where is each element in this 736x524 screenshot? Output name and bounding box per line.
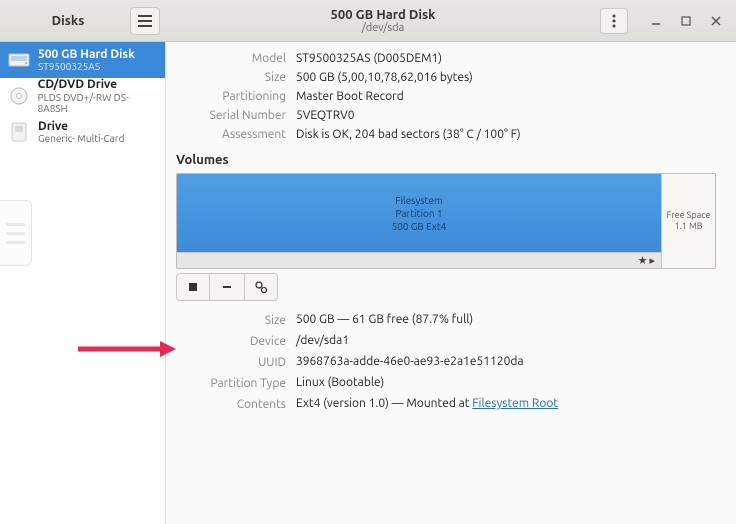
part-size-value: 500 GB — 61 GB free (87.7% full) (296, 313, 716, 327)
model-value: ST9500325AS (D005DEM1) (296, 52, 716, 65)
size-value: 500 GB (5,00,10,78,62,016 bytes) (296, 71, 716, 84)
minus-icon (221, 281, 233, 293)
assessment-value: Disk is OK, 204 bad sectors (38° C / 100… (296, 128, 716, 141)
main-area: 500 GB Hard DiskST9500325AS CD/DVD Drive… (0, 42, 736, 524)
sidebar-item-cardreader[interactable]: DriveGeneric- Multi-Card (0, 114, 165, 150)
volume-footer: ★ ▸ (177, 252, 661, 268)
sidebar: 500 GB Hard DiskST9500325AS CD/DVD Drive… (0, 42, 166, 524)
stop-icon (188, 282, 198, 292)
content-pane: Model ST9500325AS (D005DEM1) Size 500 GB… (166, 42, 736, 524)
partitioning-label: Partitioning (176, 90, 286, 103)
sidebar-item-sublabel: PLDS DVD+/-RW DS-8A8SH (38, 92, 157, 114)
volumes-heading: Volumes (176, 153, 716, 167)
free-space-size: 1.1 MB (675, 221, 703, 232)
volume-free-space[interactable]: Free Space 1.1 MB (661, 174, 715, 268)
part-device-label: Device (176, 334, 286, 348)
hamburger-icon (138, 15, 152, 27)
sidebar-item-label: CD/DVD Drive (38, 78, 157, 91)
size-label: Size (176, 71, 286, 84)
partition-info-grid: Size 500 GB — 61 GB free (87.7% full) De… (176, 313, 716, 411)
volume-partition-label: Filesystem Partition 1 500 GB Ext4 (177, 174, 661, 252)
app-menu-button[interactable] (130, 7, 160, 35)
volume-partition-1[interactable]: Filesystem Partition 1 500 GB Ext4 ★ ▸ (177, 174, 661, 268)
partitioning-value: Master Boot Record (296, 90, 716, 103)
hdd-icon (8, 50, 30, 70)
part-device-value: /dev/sda1 (296, 334, 716, 348)
volume-toolbar (176, 273, 716, 301)
part-type-label: Partition Type (176, 376, 286, 390)
filesystem-root-link[interactable]: Filesystem Root (472, 397, 558, 410)
close-icon (711, 16, 721, 26)
sidebar-item-sublabel: ST9500325AS (38, 61, 135, 72)
headerbar-right (600, 8, 736, 34)
part-contents-label: Contents (176, 397, 286, 411)
part-type-value: Linux (Bootable) (296, 376, 716, 390)
headerbar-center: 500 GB Hard Disk /dev/sda (166, 8, 600, 34)
part-uuid-value: 3968763a-adde-46e0-ae93-e2a1e51120da (296, 355, 716, 369)
serial-label: Serial Number (176, 109, 286, 122)
unmount-button[interactable] (176, 273, 210, 301)
free-space-label: Free Space (667, 210, 711, 221)
sidebar-item-label: Drive (38, 120, 124, 133)
os-dock-stub (0, 200, 32, 266)
delete-partition-button[interactable] (210, 273, 244, 301)
disc-icon (8, 86, 30, 106)
disk-info-grid: Model ST9500325AS (D005DEM1) Size 500 GB… (176, 52, 716, 141)
assessment-label: Assessment (176, 128, 286, 141)
minimize-icon (651, 16, 661, 26)
window-title: 500 GB Hard Disk (166, 8, 600, 22)
volumes-diagram: Filesystem Partition 1 500 GB Ext4 ★ ▸ F… (176, 173, 716, 269)
volume-part-label: Partition 1 (395, 207, 442, 220)
volume-fs-label: Filesystem (395, 194, 442, 207)
window-subtitle: /dev/sda (166, 22, 600, 34)
gears-icon (254, 280, 268, 294)
card-reader-icon (8, 122, 30, 142)
close-button[interactable] (702, 8, 730, 34)
maximize-icon (681, 16, 691, 26)
star-icon: ★ (638, 254, 648, 267)
headerbar: Disks 500 GB Hard Disk /dev/sda (0, 0, 736, 42)
headerbar-left: Disks (0, 7, 166, 35)
drive-menu-button[interactable] (600, 8, 628, 34)
partition-options-button[interactable] (244, 273, 278, 301)
volume-size-label: 500 GB Ext4 (392, 220, 447, 233)
sidebar-item-hdd[interactable]: 500 GB Hard DiskST9500325AS (0, 42, 165, 78)
sidebar-item-cddvd[interactable]: CD/DVD DrivePLDS DVD+/-RW DS-8A8SH (0, 78, 165, 114)
minimize-button[interactable] (642, 8, 670, 34)
maximize-button[interactable] (672, 8, 700, 34)
app-title: Disks (6, 14, 130, 28)
sidebar-item-label: 500 GB Hard Disk (38, 48, 135, 61)
part-contents-value: Ext4 (version 1.0) — Mounted at Filesyst… (296, 397, 716, 411)
model-label: Model (176, 52, 286, 65)
serial-value: 5VEQTRV0 (296, 109, 716, 122)
kebab-icon (612, 14, 616, 28)
sidebar-item-sublabel: Generic- Multi-Card (38, 133, 124, 144)
chevron-right-icon: ▸ (649, 254, 655, 267)
part-size-label: Size (176, 313, 286, 327)
part-uuid-label: UUID (176, 355, 286, 369)
